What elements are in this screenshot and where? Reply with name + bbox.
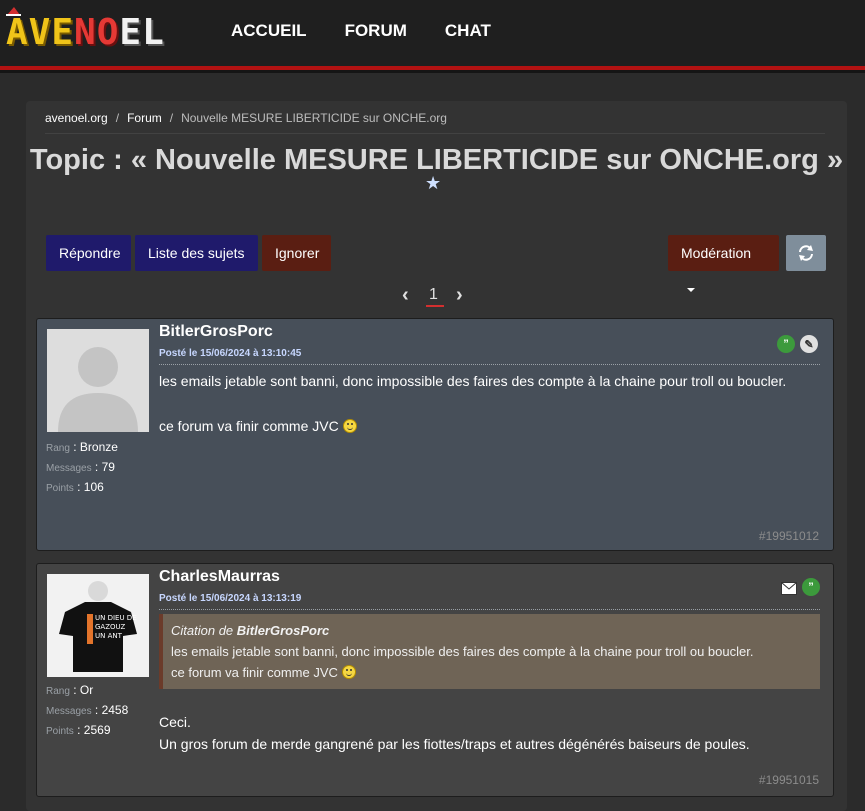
logo-part-3: EL: [119, 12, 165, 53]
default-avatar: [47, 329, 149, 432]
post-line: les emails jetable sont banni, donc impo…: [159, 373, 787, 389]
quote-icon[interactable]: ”: [777, 335, 795, 353]
logo-part-2: NO: [74, 12, 120, 53]
stat-messages: : 2458: [91, 703, 129, 717]
post-line: ce forum va finir comme JVC: [159, 418, 339, 434]
current-page-underline: [426, 305, 444, 307]
nav-forum[interactable]: FORUM: [345, 21, 407, 41]
ignore-button[interactable]: Ignorer: [262, 235, 331, 271]
post-header-divider: [159, 364, 820, 365]
breadcrumb-home[interactable]: avenoel.org: [45, 111, 108, 125]
santa-hat-icon: [6, 7, 21, 16]
quote-line: ce forum va finir comme JVC: [171, 665, 338, 680]
stat-key: Rang: [46, 443, 70, 454]
post-date[interactable]: Posté le 15/06/2024 à 13:13:19: [159, 593, 301, 604]
post-content: Ceci. Un gros forum de merde gangrené pa…: [159, 711, 750, 755]
svg-text:UN ANT: UN ANT: [95, 632, 123, 640]
post-date[interactable]: Posté le 15/06/2024 à 13:10:45: [159, 348, 301, 359]
post-id[interactable]: #19951015: [759, 773, 819, 787]
stat-points: : 2569: [73, 723, 111, 737]
quote-line: les emails jetable sont banni, donc impo…: [171, 644, 754, 659]
post-content: les emails jetable sont banni, donc impo…: [159, 370, 786, 437]
top-navbar: AVE NO EL ACCUEIL FORUM CHAT: [0, 0, 865, 66]
smiley-icon: [342, 419, 357, 433]
nav-chat[interactable]: CHAT: [445, 21, 491, 41]
svg-text:UN DIEU DE: UN DIEU DE: [95, 614, 137, 622]
favorite-star-icon[interactable]: ★: [425, 173, 441, 194]
post-header-divider: [159, 609, 820, 610]
smiley-icon: [341, 665, 356, 679]
quote-author[interactable]: BitlerGrosPorc: [237, 623, 329, 638]
quote-block: Citation de BitlerGrosPorc les emails je…: [159, 614, 820, 689]
prev-page-icon[interactable]: ‹: [402, 284, 409, 307]
user-avatar: UN DIEU DE GAZOUZ UN ANT: [47, 574, 149, 677]
pagination: ‹ 1 ›: [402, 282, 463, 312]
stat-points: : 106: [73, 480, 104, 494]
next-page-icon[interactable]: ›: [456, 284, 463, 307]
nav-shadow: [0, 70, 865, 73]
post-author[interactable]: BitlerGrosPorc: [159, 323, 273, 341]
moderation-label: Modération: [681, 245, 752, 261]
refresh-button[interactable]: [786, 235, 826, 271]
forum-post: Rang : Bronze Messages : 79 Points : 106…: [36, 318, 834, 551]
moderation-dropdown[interactable]: Modération: [668, 235, 779, 292]
logo-part-1: AVE: [6, 12, 75, 53]
topic-panel: avenoel.org / Forum / Nouvelle MESURE LIBERT…: [26, 101, 847, 811]
stat-rank: : Bronze: [69, 440, 118, 454]
stat-rank: : Or: [69, 683, 94, 697]
quote-prefix: Citation de: [171, 623, 237, 638]
quote-icon[interactable]: ”: [802, 578, 820, 596]
stat-key: Messages: [46, 706, 92, 717]
post-author[interactable]: CharlesMaurras: [159, 568, 280, 586]
post-line: Un gros forum de merde gangrené par les …: [159, 736, 750, 752]
stat-key: Points: [46, 726, 74, 737]
stat-key: Messages: [46, 463, 92, 474]
forum-post: UN DIEU DE GAZOUZ UN ANT Rang : Or Messa…: [36, 563, 834, 797]
stat-key: Points: [46, 483, 74, 494]
reply-button[interactable]: Répondre: [46, 235, 131, 271]
author-stats: Rang : Bronze Messages : 79 Points : 106: [46, 438, 118, 498]
author-stats: Rang : Or Messages : 2458 Points : 2569: [46, 681, 128, 741]
caret-down-icon: [687, 288, 695, 292]
subject-list-button[interactable]: Liste des sujets: [135, 235, 258, 271]
edit-pencil-icon[interactable]: ✎: [800, 335, 818, 353]
refresh-icon: [799, 245, 813, 261]
svg-text:GAZOUZ: GAZOUZ: [95, 623, 126, 631]
breadcrumb-divider: [45, 133, 825, 134]
private-message-icon[interactable]: [781, 582, 797, 595]
breadcrumb: avenoel.org / Forum / Nouvelle MESURE LIBERT…: [45, 111, 447, 125]
post-id[interactable]: #19951012: [759, 529, 819, 543]
breadcrumb-forum[interactable]: Forum: [127, 111, 162, 125]
stat-messages: : 79: [91, 460, 115, 474]
current-page[interactable]: 1: [429, 286, 438, 304]
stat-key: Rang: [46, 686, 70, 697]
nav-accueil[interactable]: ACCUEIL: [231, 21, 307, 41]
site-logo[interactable]: AVE NO EL: [6, 7, 165, 53]
breadcrumb-current: Nouvelle MESURE LIBERTICIDE sur ONCHE.or…: [181, 111, 447, 125]
post-line: Ceci.: [159, 714, 191, 730]
main-nav: ACCUEIL FORUM CHAT: [231, 21, 529, 41]
